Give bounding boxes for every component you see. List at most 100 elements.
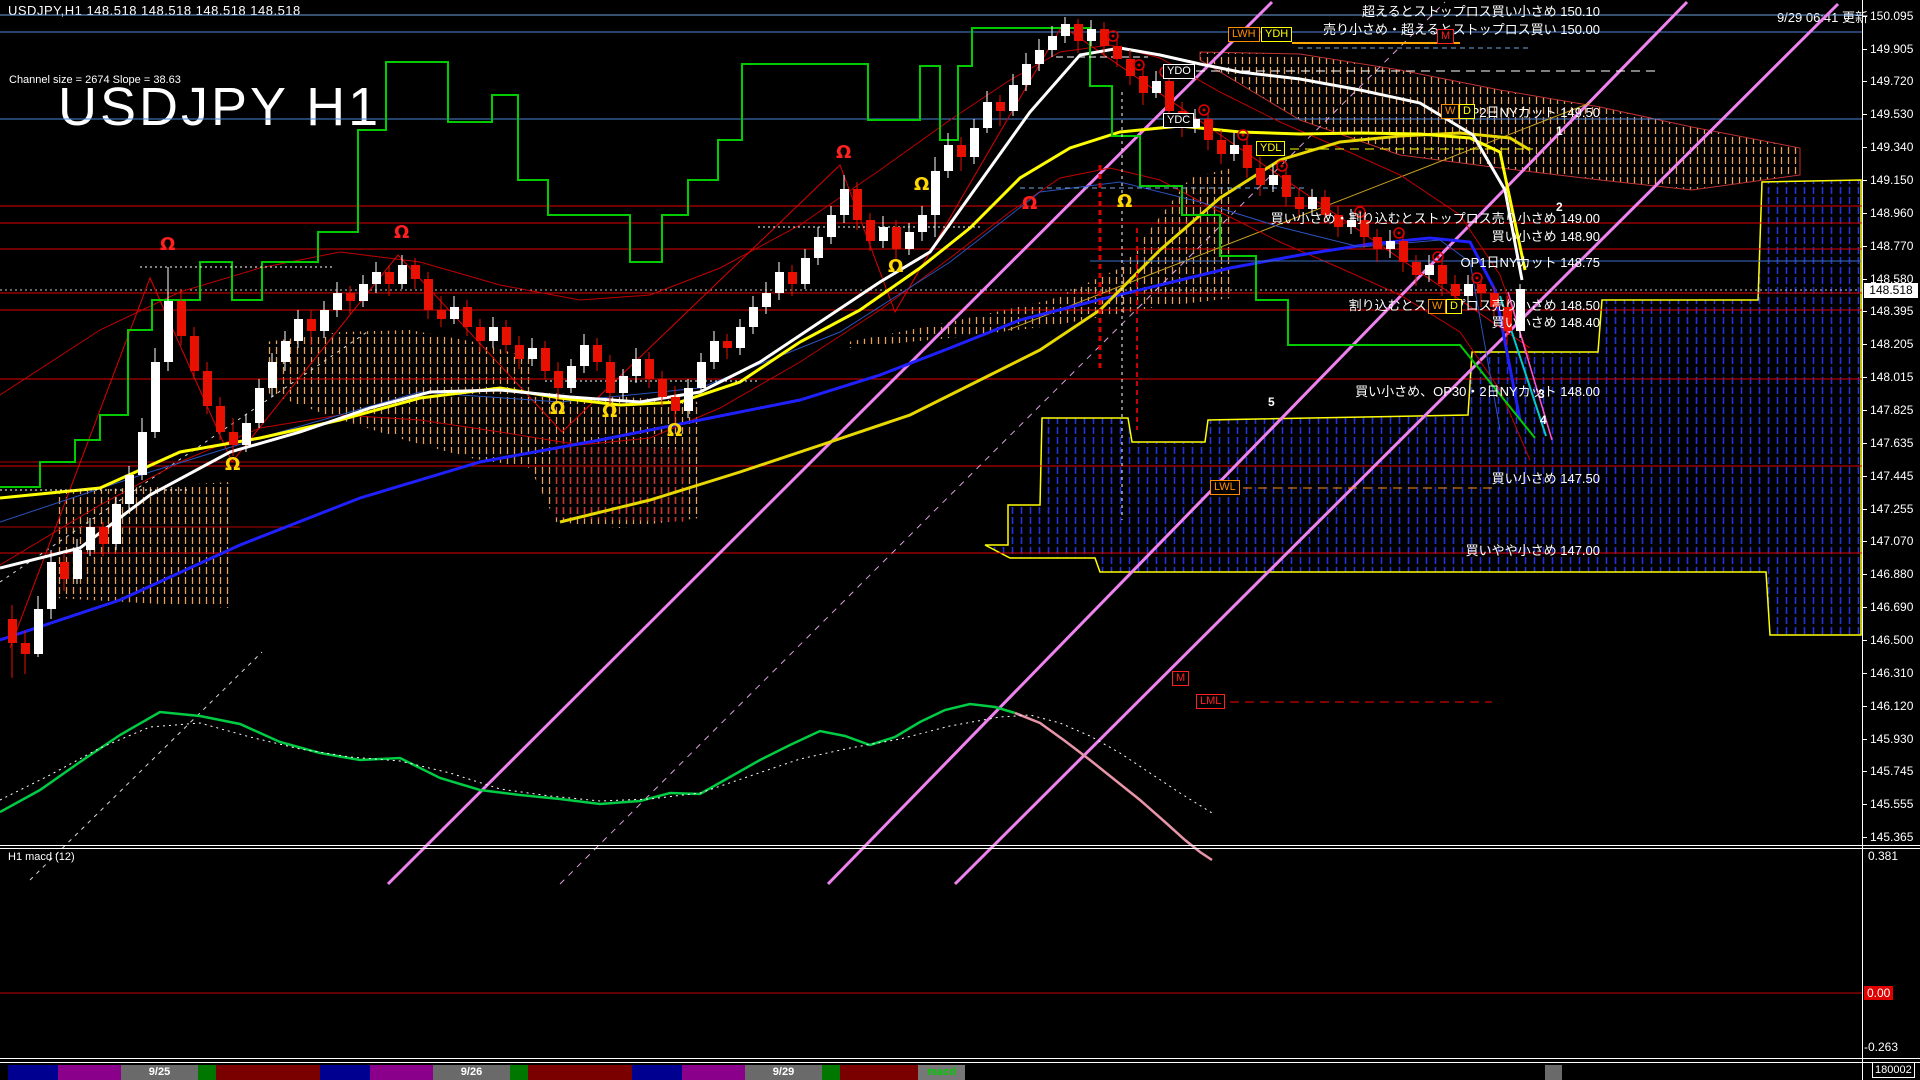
candle-body: [1139, 76, 1148, 93]
tick-counter: 180002: [1872, 1062, 1915, 1078]
axis-tick: [1862, 574, 1867, 575]
sell-signal-dot: [1203, 109, 1206, 112]
candle-body: [398, 265, 407, 284]
price-axis-label: 150.095: [1870, 9, 1913, 23]
omega-marker-icon: Ω: [160, 234, 175, 255]
candle-body: [918, 215, 927, 232]
candle-body: [1035, 50, 1044, 64]
panel-separator-bottom2: [0, 1062, 1920, 1063]
axis-tick: [1862, 771, 1867, 772]
candle-body: [736, 327, 745, 348]
candle-body: [905, 232, 914, 249]
candle-body: [164, 301, 173, 362]
candle-body: [996, 102, 1005, 111]
candle-body: [1022, 64, 1031, 85]
price-axis-label: 148.960: [1870, 206, 1913, 220]
level-label-box-ydo[interactable]: YDO: [1163, 64, 1195, 79]
axis-tick: [1862, 541, 1867, 542]
candle-body: [853, 189, 862, 220]
level-label-box-ydl[interactable]: YDL: [1256, 141, 1285, 156]
candle-body: [1477, 284, 1486, 293]
level-label-box-lml[interactable]: LML: [1196, 694, 1225, 709]
candle-body: [268, 362, 277, 388]
level-label-box-lwh[interactable]: LWH: [1228, 27, 1260, 42]
axis-tick: [1862, 476, 1867, 477]
candle-body: [684, 388, 693, 411]
candle-body: [619, 376, 628, 393]
level-label-box-w[interactable]: W: [1428, 299, 1446, 314]
candle-body: [1425, 265, 1434, 275]
session-block: [632, 1065, 682, 1080]
candle-body: [957, 145, 966, 157]
candle-body: [1373, 237, 1382, 249]
candle-body: [1399, 241, 1408, 262]
candle-body: [281, 341, 290, 362]
price-axis-label: 149.720: [1870, 74, 1913, 88]
candle-body: [606, 362, 615, 393]
candle-body: [112, 504, 121, 544]
candle-body: [840, 189, 849, 215]
cloud-area: [985, 180, 1861, 635]
candle-body: [424, 279, 433, 310]
session-block: [528, 1065, 632, 1080]
session-block: [840, 1065, 918, 1080]
cloud-area: [1200, 52, 1800, 190]
sell-signal-dot: [1437, 256, 1440, 259]
candle-body: [1152, 81, 1161, 93]
candle-body: [125, 475, 134, 504]
axis-tick: [1862, 279, 1867, 280]
order-level-annotation: 買い小さめ 148.90: [1492, 226, 1600, 245]
level-label-box-w[interactable]: W: [1441, 104, 1459, 119]
candle-body: [801, 258, 810, 284]
candle-body: [1204, 119, 1213, 140]
level-label-box-d[interactable]: D: [1446, 299, 1462, 314]
candle-body: [749, 307, 758, 327]
price-axis-label: 147.445: [1870, 469, 1913, 483]
omega-marker-icon: Ω: [836, 142, 851, 163]
candle-body: [528, 348, 537, 359]
axis-tick: [1862, 443, 1867, 444]
axis-tick: [1862, 706, 1867, 707]
level-label-box-lwl[interactable]: LWL: [1210, 480, 1240, 495]
level-label-box-m[interactable]: M: [1437, 29, 1454, 44]
session-block: [216, 1065, 320, 1080]
axis-tick: [1862, 16, 1867, 17]
omega-marker-icon: Ω: [1022, 193, 1037, 214]
panel-separator-top: [0, 845, 1920, 846]
date-label: 9/25: [121, 1066, 198, 1078]
level-label-box-ydh[interactable]: YDH: [1261, 27, 1292, 42]
price-axis-label: 145.930: [1870, 732, 1913, 746]
axis-tick: [1862, 739, 1867, 740]
price-axis-label: 149.905: [1870, 42, 1913, 56]
chart-canvas[interactable]: ΩΩΩΩΩΩΩΩΩΩΩ: [0, 0, 1920, 1080]
order-level-annotation: 買いやや小さめ 147.00: [1466, 540, 1600, 559]
candle-body: [788, 272, 797, 284]
date-label: 9/29: [745, 1066, 822, 1078]
price-axis-label: 149.340: [1870, 140, 1913, 154]
candle-body: [1438, 265, 1447, 284]
candle-body: [866, 220, 875, 241]
level-label-box-m[interactable]: M: [1172, 671, 1189, 686]
candle-body: [411, 265, 420, 279]
candle-body: [216, 406, 225, 432]
order-level-annotation: 買い小さめ 148.40: [1492, 312, 1600, 331]
candle-body: [1269, 175, 1278, 185]
candle-body: [1230, 145, 1239, 154]
macd-toggle-button[interactable]: macd ON: [918, 1065, 965, 1080]
wave-count-label: 1: [1556, 124, 1563, 138]
level-label-box-ydc[interactable]: YDC: [1163, 113, 1194, 128]
candle-body: [515, 345, 524, 359]
axis-tick: [1862, 147, 1867, 148]
order-level-annotation: 買い小さめ 147.50: [1492, 468, 1600, 487]
axis-tick: [1862, 509, 1867, 510]
session-block: [320, 1065, 370, 1080]
price-axis-line: [1862, 0, 1863, 1080]
candle-body: [1048, 36, 1057, 50]
axis-tick: [1862, 640, 1867, 641]
candle-body: [580, 345, 589, 366]
omega-marker-icon: Ω: [888, 256, 903, 277]
candle-body: [1165, 81, 1174, 111]
candle-body: [879, 227, 888, 241]
level-label-box-d[interactable]: D: [1459, 104, 1475, 119]
sell-signal-dot: [1398, 232, 1401, 235]
